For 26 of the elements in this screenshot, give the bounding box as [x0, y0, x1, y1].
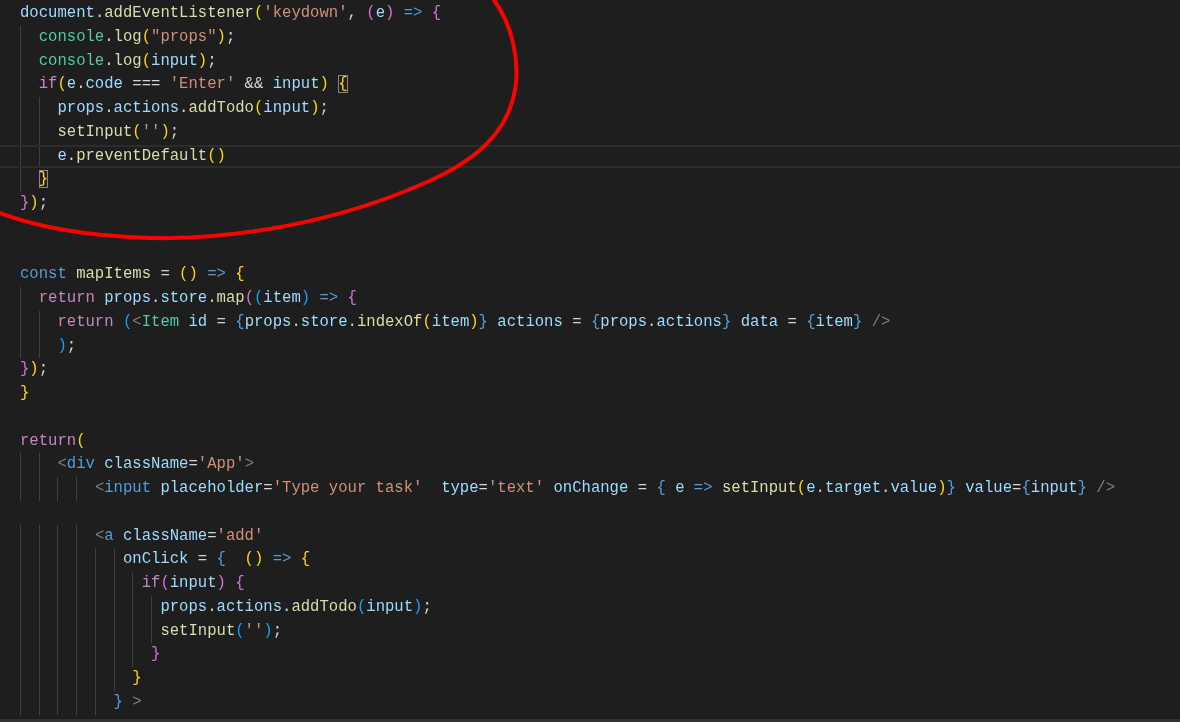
code-line: console.log("props"); — [38, 26, 236, 48]
code-line: ); — [57, 335, 77, 357]
code-line: <input placeholder='Type your task' type='text' onChange = { e => setInput(e.target.value)} value={input} /> — [94, 478, 1115, 499]
code-line: } — [151, 644, 161, 666]
code-line: props.actions.addTodo(input); — [160, 596, 432, 618]
code-line: setInput(''); — [160, 620, 283, 642]
code-line: } — [38, 169, 49, 191]
code-line: } — [20, 383, 30, 404]
code-line: if(input) { — [141, 573, 245, 594]
code-line: return props.store.map((item) => { — [38, 288, 357, 309]
code-line: document.addEventListener('keydown', (e) => { — [20, 3, 442, 24]
code-line: } — [132, 668, 142, 689]
code-line: e.preventDefault() — [57, 146, 226, 167]
code-line: if(e.code === 'Enter' && input) { — [38, 74, 348, 96]
code-line: const mapItems = () => { — [20, 264, 245, 286]
code-line: onClick = { () => { — [122, 549, 311, 571]
code-line: setInput(''); — [57, 121, 180, 143]
code-line: console.log(input); — [38, 50, 217, 72]
code-line: props.actions.addTodo(input); — [57, 98, 329, 119]
code-line: <div className='App'> — [57, 454, 254, 476]
code-line: return( — [20, 430, 86, 452]
code-line: }); — [20, 193, 49, 214]
code-line: <a className='add' — [94, 525, 264, 547]
code-line: return (<Item id = {props.store.indexOf(item)} actions = {props.actions} data = {item} /> — [57, 311, 891, 333]
code-line: }); — [20, 359, 49, 381]
code-line: } > — [113, 691, 142, 713]
